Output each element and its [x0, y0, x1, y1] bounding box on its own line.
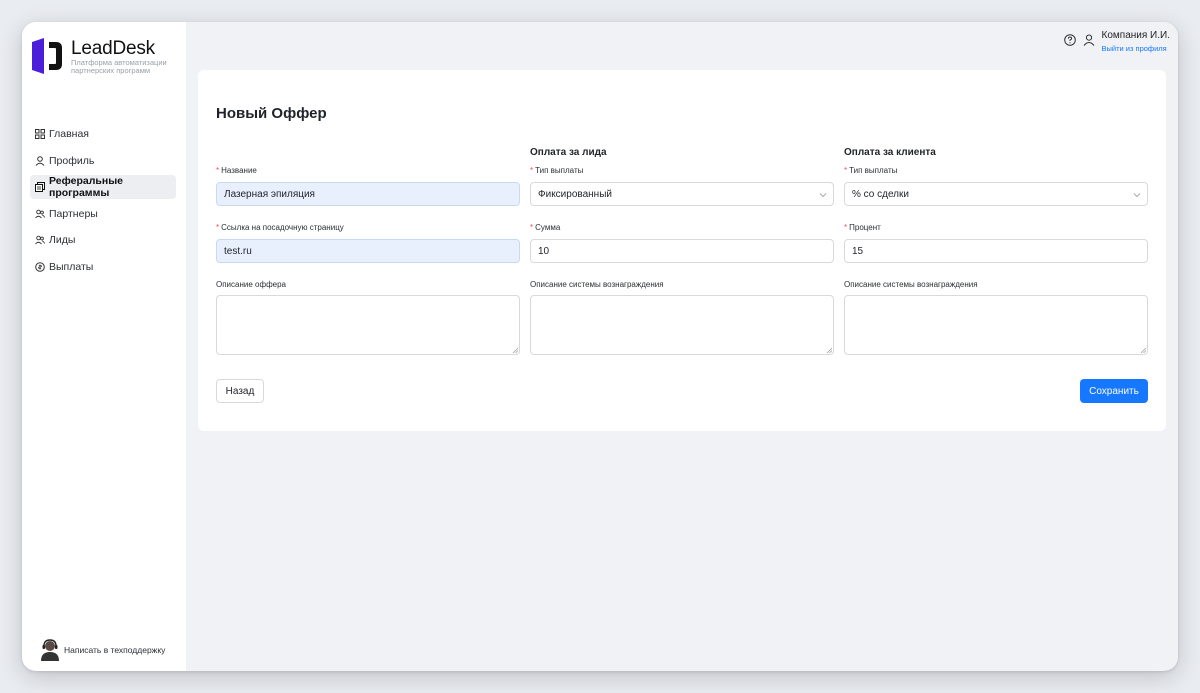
chevron-down-icon	[819, 193, 827, 198]
resize-grip-icon[interactable]	[826, 347, 832, 353]
support-link[interactable]: Написать в техподдержку	[40, 639, 165, 661]
lead-payout-type-label: * Тип выплаты	[530, 166, 583, 175]
sidebar-item-leads[interactable]: Лиды	[30, 228, 176, 252]
name-label-text: Название	[221, 166, 257, 175]
user-icon	[35, 155, 45, 166]
required-mark: *	[216, 166, 220, 175]
landing-url-input[interactable]: test.ru	[216, 239, 520, 263]
client-payout-type-select[interactable]: % со сделки	[844, 182, 1148, 206]
help-icon[interactable]	[1063, 34, 1076, 46]
client-payout-type-label-text: Тип выплаты	[849, 166, 898, 175]
logo-mark-icon	[32, 38, 62, 74]
coin-icon	[35, 261, 45, 272]
lead-amount-label-text: Сумма	[535, 223, 561, 232]
resize-grip-icon[interactable]	[512, 347, 518, 353]
sidebar-item-referral-programs[interactable]: Реферальные программы	[30, 175, 176, 199]
grid-icon	[35, 129, 45, 139]
sidebar-item-label: Реферальные программы	[49, 175, 123, 199]
logo[interactable]: LeadDesk Платформа автоматизации партнер…	[30, 38, 183, 75]
client-reward-description-textarea[interactable]	[844, 295, 1148, 355]
support-agent-icon	[41, 639, 59, 661]
back-button[interactable]: Назад	[216, 379, 264, 403]
client-reward-description-label: Описание системы вознаграждения	[844, 280, 978, 289]
client-percent-label: * Процент	[844, 223, 881, 232]
documents-icon	[35, 182, 45, 192]
lead-payment-heading: Оплата за лида	[530, 147, 607, 158]
landing-url-value: test.ru	[224, 245, 252, 257]
offer-form-card: Новый Оффер Оплата за лида Оплата за кли…	[198, 70, 1166, 431]
name-value: Лазерная эпиляция	[224, 188, 315, 200]
user-icon[interactable]	[1083, 34, 1095, 46]
sidebar-item-label: Выплаты	[49, 260, 94, 273]
required-mark: *	[216, 223, 220, 232]
sidebar-item-label: Главная	[49, 128, 89, 140]
page-title: Новый Оффер	[216, 105, 327, 122]
client-payout-type-label: * Тип выплаты	[844, 166, 897, 175]
user-name: Компания И.И.	[1101, 30, 1170, 41]
required-mark: *	[530, 223, 534, 232]
lead-payout-type-label-text: Тип выплаты	[535, 166, 584, 175]
lead-payout-type-value: Фиксированный	[538, 188, 612, 200]
users-icon	[35, 209, 45, 219]
users-icon	[35, 235, 45, 245]
main-area: Компания И.И. Выйти из профиля Новый Офф…	[186, 22, 1178, 671]
lead-amount-label: * Сумма	[530, 223, 560, 232]
sidebar-item-label: Партнеры	[49, 207, 98, 220]
client-percent-label-text: Процент	[849, 223, 881, 232]
save-button[interactable]: Сохранить	[1080, 379, 1148, 403]
app-window: LeadDesk Платформа автоматизации партнер…	[22, 22, 1178, 671]
sidebar-menu: Главная Профиль Реферальные программы Па…	[30, 122, 176, 281]
name-input[interactable]: Лазерная эпиляция	[216, 182, 520, 206]
lead-payout-type-select[interactable]: Фиксированный	[530, 182, 834, 206]
client-percent-value: 15	[852, 245, 864, 257]
chevron-down-icon	[1133, 193, 1141, 198]
sidebar-item-partners[interactable]: Партнеры	[30, 202, 176, 226]
logo-tagline: Платформа автоматизации партнерских прог…	[71, 58, 167, 75]
sidebar-item-label: Профиль	[49, 154, 95, 167]
sidebar: LeadDesk Платформа автоматизации партнер…	[22, 22, 186, 671]
logo-name: LeadDesk	[71, 38, 155, 59]
user-block: Компания И.И. Выйти из профиля	[1102, 30, 1170, 54]
sidebar-item-profile[interactable]: Профиль	[30, 149, 176, 173]
client-payout-type-value: % со сделки	[852, 188, 909, 200]
offer-description-label: Описание оффера	[216, 280, 286, 289]
topbar: Компания И.И. Выйти из профиля	[1063, 30, 1170, 54]
name-label: * Название	[216, 166, 257, 175]
landing-url-label: * Ссылка на посадочную страницу	[216, 223, 344, 232]
offer-description-textarea[interactable]	[216, 295, 520, 355]
landing-url-label-text: Ссылка на посадочную страницу	[221, 223, 344, 232]
sidebar-item-home[interactable]: Главная	[30, 122, 176, 146]
lead-amount-value: 10	[538, 245, 550, 257]
required-mark: *	[844, 166, 848, 175]
support-label: Написать в техподдержку	[64, 645, 166, 655]
resize-grip-icon[interactable]	[1140, 347, 1146, 353]
client-payment-heading: Оплата за клиента	[844, 147, 936, 158]
logout-link[interactable]: Выйти из профиля	[1102, 44, 1167, 54]
client-percent-input[interactable]: 15	[844, 239, 1148, 263]
required-mark: *	[844, 223, 848, 232]
sidebar-item-label: Лиды	[49, 234, 76, 246]
lead-amount-input[interactable]: 10	[530, 239, 834, 263]
required-mark: *	[530, 166, 534, 175]
lead-reward-description-textarea[interactable]	[530, 295, 834, 355]
sidebar-item-payouts[interactable]: Выплаты	[30, 255, 176, 279]
lead-reward-description-label: Описание системы вознаграждения	[530, 280, 664, 289]
